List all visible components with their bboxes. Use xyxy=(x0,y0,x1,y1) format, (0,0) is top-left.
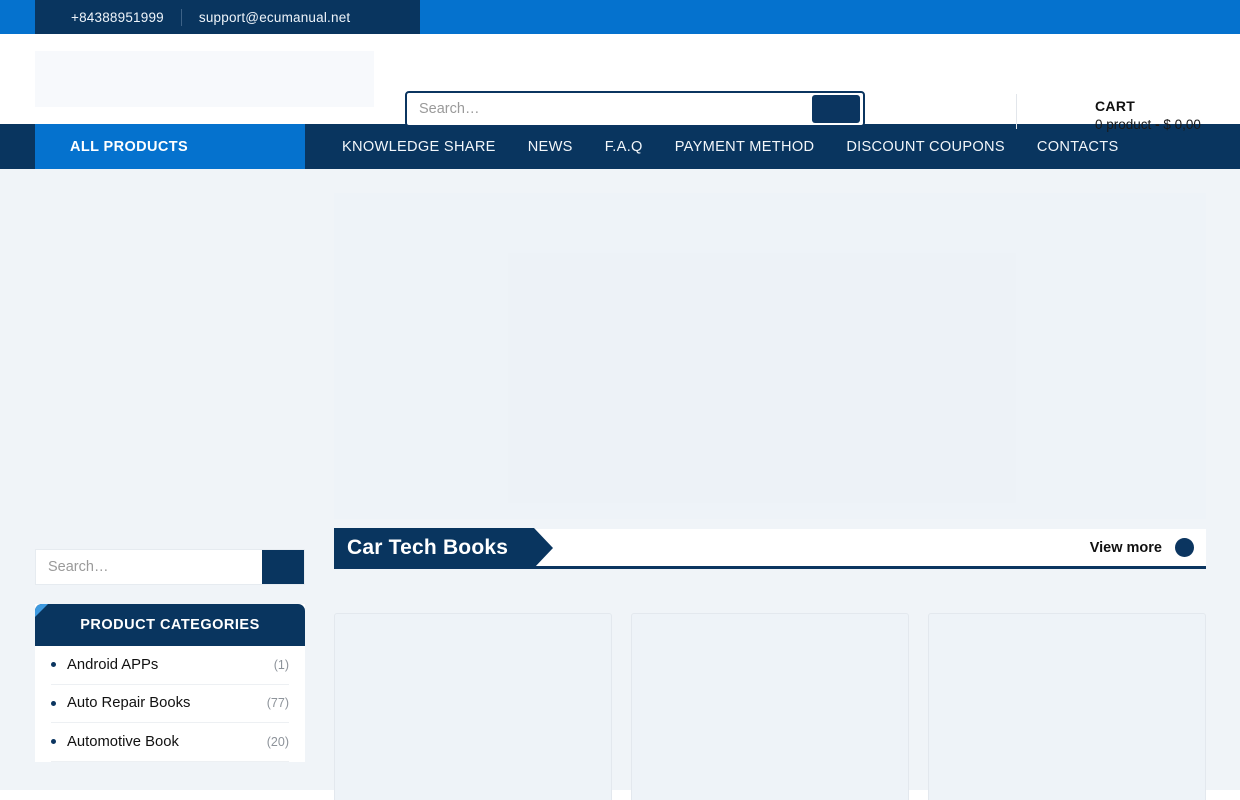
hero-banner-slider[interactable] xyxy=(334,193,1206,519)
sidebar-item-android-apps[interactable]: Android APPs (1) xyxy=(51,646,289,685)
cart-title: CART xyxy=(1095,97,1201,115)
category-label: Auto Repair Books xyxy=(67,695,267,711)
email-link[interactable]: support@ecumanual.net xyxy=(199,10,351,25)
nav-item-contacts[interactable]: CONTACTS xyxy=(1021,139,1135,155)
view-more-button[interactable]: View more xyxy=(1090,538,1206,557)
nav-item-list: KNOWLEDGE SHARE NEWS F.A.Q PAYMENT METHO… xyxy=(305,124,1135,169)
page-body: PRODUCT CATEGORIES Android APPs (1) Auto… xyxy=(0,169,1240,790)
arrow-circle-icon xyxy=(1175,538,1194,557)
cart-separator: - xyxy=(1155,117,1160,132)
product-card[interactable] xyxy=(631,613,909,800)
product-categories-panel: PRODUCT CATEGORIES Android APPs (1) Auto… xyxy=(35,604,305,762)
product-card[interactable] xyxy=(928,613,1206,800)
sidebar-item-automotive-book[interactable]: Automotive Book (20) xyxy=(51,723,289,762)
sidebar-search-submit-button[interactable] xyxy=(262,550,304,584)
sidebar-search-input[interactable] xyxy=(36,550,262,584)
topbar-divider xyxy=(181,9,182,26)
search-input[interactable] xyxy=(407,93,812,125)
nav-all-products[interactable]: ALL PRODUCTS xyxy=(35,124,305,169)
sidebar-item-auto-repair-books[interactable]: Auto Repair Books (77) xyxy=(51,685,289,724)
cart-summary: 0 product - $ 0,00 xyxy=(1095,115,1201,135)
cart-divider xyxy=(1016,94,1017,129)
product-grid xyxy=(334,613,1206,800)
cart-widget[interactable]: CART 0 product - $ 0,00 xyxy=(1095,97,1201,135)
category-label: Automotive Book xyxy=(67,734,267,750)
cart-total: $ 0,00 xyxy=(1163,117,1201,132)
category-count: (77) xyxy=(267,696,289,710)
view-more-label: View more xyxy=(1090,540,1162,556)
section-header-bar: Car Tech Books View more xyxy=(334,529,1206,569)
top-contact-inner: +84388951999 support@ecumanual.net xyxy=(35,0,420,34)
cart-count: 0 product xyxy=(1095,117,1151,132)
category-count: (1) xyxy=(274,658,289,672)
category-label: Android APPs xyxy=(67,657,274,673)
bullet-icon xyxy=(51,662,56,667)
product-categories-title: PRODUCT CATEGORIES xyxy=(35,604,305,646)
products-section: Car Tech Books View more xyxy=(334,529,1206,569)
section-title-ribbon: Car Tech Books xyxy=(334,528,534,568)
bullet-icon xyxy=(51,739,56,744)
site-header: CART 0 product - $ 0,00 xyxy=(0,34,1240,124)
main-navigation: ALL PRODUCTS KNOWLEDGE SHARE NEWS F.A.Q … xyxy=(0,124,1240,169)
hero-banner-image-placeholder xyxy=(508,253,1016,503)
nav-item-discount-coupons[interactable]: DISCOUNT COUPONS xyxy=(830,139,1021,155)
header-search xyxy=(405,91,865,127)
nav-item-payment-method[interactable]: PAYMENT METHOD xyxy=(659,139,831,155)
search-submit-button[interactable] xyxy=(812,95,860,123)
product-card[interactable] xyxy=(334,613,612,800)
category-count: (20) xyxy=(267,735,289,749)
bullet-icon xyxy=(51,701,56,706)
nav-item-news[interactable]: NEWS xyxy=(512,139,589,155)
phone-link[interactable]: +84388951999 xyxy=(71,10,164,25)
sidebar: PRODUCT CATEGORIES Android APPs (1) Auto… xyxy=(35,549,305,762)
site-logo[interactable] xyxy=(35,51,374,107)
top-contact-bar: +84388951999 support@ecumanual.net xyxy=(0,0,1240,34)
product-categories-list: Android APPs (1) Auto Repair Books (77) … xyxy=(35,646,305,762)
nav-item-faq[interactable]: F.A.Q xyxy=(589,139,659,155)
sidebar-search xyxy=(35,549,305,585)
nav-item-knowledge-share[interactable]: KNOWLEDGE SHARE xyxy=(326,139,512,155)
